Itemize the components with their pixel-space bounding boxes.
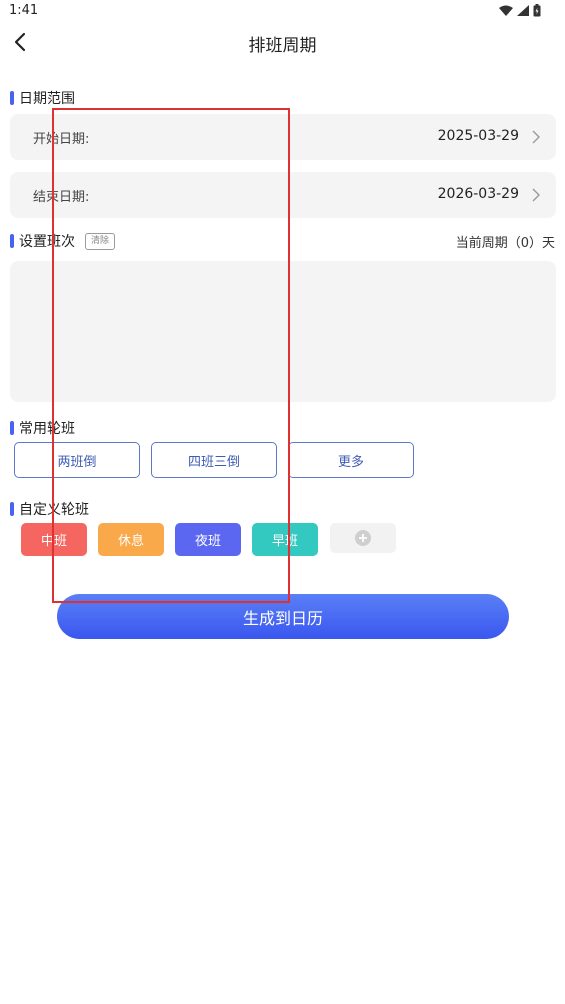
date-range-title: 日期范围: [19, 91, 75, 107]
add-shift-button[interactable]: [330, 523, 396, 553]
end-date-value: 2026-03-29: [437, 186, 519, 202]
shift-setup-title: 设置班次: [19, 234, 75, 250]
status-time: 1:41: [9, 3, 39, 18]
start-date-row[interactable]: 开始日期: 2025-03-29: [10, 114, 556, 160]
plus-circle-icon: [355, 530, 371, 546]
signal-icon: [517, 5, 529, 16]
clear-button[interactable]: 清除: [85, 232, 116, 250]
section-marker: [10, 234, 14, 248]
shift-setup-section-title: 设置班次 清除: [10, 231, 116, 251]
common-rotation-title: 常用轮班: [19, 421, 75, 437]
two-shift-button[interactable]: 两班倒: [14, 442, 140, 478]
four-team-three-shift-button[interactable]: 四班三倒: [151, 442, 277, 478]
section-marker: [10, 502, 14, 516]
section-marker: [10, 421, 14, 435]
chip-night-shift[interactable]: 夜班: [175, 523, 241, 556]
chevron-right-icon: [532, 188, 540, 202]
chevron-right-icon: [532, 130, 540, 144]
chip-rest[interactable]: 休息: [98, 523, 164, 556]
common-rotation-section-title: 常用轮班: [10, 418, 75, 438]
start-date-value: 2025-03-29: [437, 128, 519, 144]
end-date-label: 结束日期:: [33, 190, 90, 205]
shift-list-area[interactable]: [10, 261, 556, 402]
status-icons: [499, 4, 541, 17]
wifi-icon: [499, 5, 513, 16]
more-button[interactable]: 更多: [288, 442, 414, 478]
chip-morning-shift[interactable]: 早班: [252, 523, 318, 556]
end-date-row[interactable]: 结束日期: 2026-03-29: [10, 172, 556, 218]
generate-to-calendar-button[interactable]: 生成到日历: [57, 594, 509, 639]
custom-rotation-title: 自定义轮班: [19, 502, 89, 518]
current-cycle-text: 当前周期（0）天: [455, 236, 555, 251]
custom-rotation-section-title: 自定义轮班: [10, 499, 89, 519]
start-date-label: 开始日期:: [33, 132, 90, 147]
chip-middle-shift[interactable]: 中班: [21, 523, 87, 556]
status-bar: 1:41: [0, 0, 565, 24]
section-marker: [10, 91, 14, 105]
date-range-section-title: 日期范围: [10, 88, 75, 108]
nav-bar: 排班周期: [0, 24, 565, 60]
battery-icon: [533, 4, 541, 17]
page-title: 排班周期: [248, 36, 317, 56]
